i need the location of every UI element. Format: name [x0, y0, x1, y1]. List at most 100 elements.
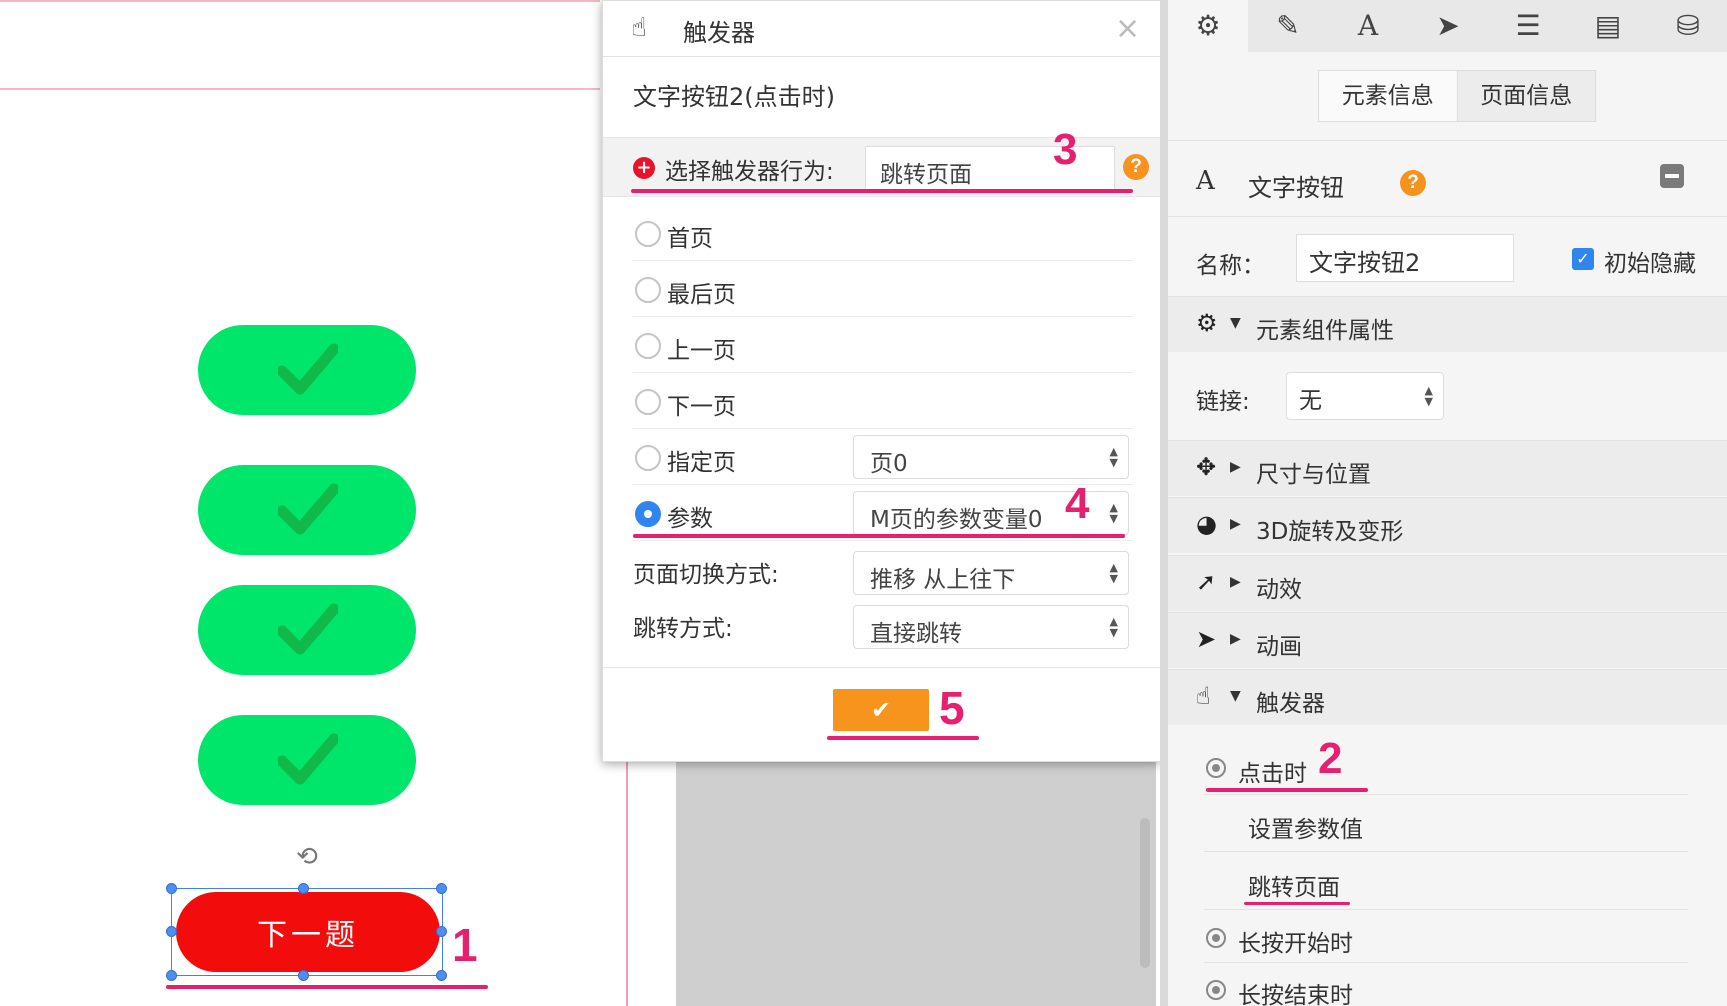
guide-line-vertical	[626, 760, 628, 1006]
rotate-handle-icon[interactable]: ⟲	[292, 842, 322, 872]
option-last-page[interactable]: 最后页	[633, 261, 1133, 317]
link-select[interactable]: 无 ▲ ▼	[1286, 372, 1444, 420]
dialog-header: ☝ 触发器 ×	[603, 1, 1160, 57]
behavior-select[interactable]: 跳转页面	[865, 146, 1115, 190]
close-icon[interactable]: ×	[1115, 11, 1140, 46]
caret-down-icon: ▼	[1230, 688, 1241, 704]
trigger-long-press-start[interactable]: 长按开始时	[1238, 924, 1353, 958]
action-set-parameter[interactable]: 设置参数值	[1248, 810, 1363, 844]
section-effects[interactable]: ➚ ▶ 动效	[1168, 555, 1727, 611]
section-size-position[interactable]: ✥ ▶ 尺寸与位置	[1168, 440, 1727, 496]
resize-handle[interactable]	[298, 883, 309, 894]
guide-line-horizontal	[0, 88, 600, 90]
help-icon[interactable]: ?	[1400, 170, 1426, 196]
annotation-underline	[166, 985, 488, 989]
divider	[1168, 216, 1727, 217]
send-icon: ➤	[1196, 625, 1217, 653]
database-icon[interactable]: ⛁	[1648, 0, 1727, 52]
check-icon	[278, 733, 338, 785]
action-jump-page[interactable]: 跳转页面	[1248, 868, 1340, 902]
divider	[1204, 909, 1688, 910]
jump-mode-select-value: 直接跳转	[870, 621, 962, 647]
rocket-icon: ➚	[1196, 568, 1217, 596]
list-icon[interactable]: ☰	[1488, 0, 1568, 52]
gear-icon[interactable]: ⚙	[1168, 0, 1248, 52]
option-previous-page[interactable]: 上一页	[633, 317, 1133, 373]
editor-canvas: ⟲ 下一题 1	[0, 0, 676, 1006]
resize-handle[interactable]	[166, 926, 177, 937]
option-label: 上一页	[667, 338, 736, 364]
transition-select-value: 推移 从上往下	[870, 567, 1016, 593]
updown-arrows-icon: ▲ ▼	[1109, 501, 1118, 525]
help-icon[interactable]: ?	[1123, 154, 1149, 180]
name-label: 名称：	[1196, 253, 1265, 279]
gear-icon: ⚙	[1196, 309, 1218, 337]
radio-button[interactable]	[635, 389, 661, 415]
section-label: 动效	[1256, 577, 1302, 603]
annotation-underline	[633, 534, 1125, 538]
annotation-underline	[631, 189, 1133, 193]
tab-page-info[interactable]: 页面信息	[1456, 71, 1595, 121]
trigger-event-icon	[1206, 928, 1226, 948]
trigger-on-click[interactable]: 点击时	[1238, 754, 1307, 788]
radio-button[interactable]	[635, 277, 661, 303]
text-type-icon: A	[1196, 166, 1215, 196]
canvas-backdrop	[676, 758, 1156, 1006]
guide-line-top	[0, 0, 600, 2]
option-next-page[interactable]: 下一页	[633, 373, 1133, 429]
page-select[interactable]: 页0 ▲ ▼	[853, 435, 1129, 479]
radio-button[interactable]	[635, 221, 661, 247]
resize-handle[interactable]	[166, 883, 177, 894]
jump-mode-label: 跳转方式:	[633, 616, 733, 642]
radio-button-selected[interactable]	[635, 501, 661, 527]
check-icon	[278, 483, 338, 535]
caret-right-icon: ▶	[1230, 631, 1241, 647]
jump-mode-select[interactable]: 直接跳转 ▲ ▼	[853, 605, 1129, 649]
link-label: 链接:	[1196, 389, 1250, 415]
globe-icon: ◕	[1196, 510, 1217, 538]
caret-right-icon: ▶	[1230, 574, 1241, 590]
updown-arrows-icon: ▲ ▼	[1109, 561, 1118, 585]
section-label: 3D旋转及变形	[1256, 519, 1404, 545]
annotation-underline	[1244, 902, 1350, 905]
dialog-title: 触发器	[683, 19, 755, 47]
section-component-properties[interactable]: ⚙ ▼ 元素组件属性	[1168, 296, 1727, 352]
document-icon[interactable]: ▤	[1568, 0, 1648, 52]
correct-answer-pill[interactable]	[198, 715, 416, 805]
section-trigger[interactable]: ☝ ▼ 触发器	[1168, 669, 1727, 725]
step-marker-5: 5	[939, 682, 965, 734]
collapse-icon[interactable]	[1660, 164, 1684, 188]
section-animation[interactable]: ➤ ▶ 动画	[1168, 612, 1727, 668]
initial-hidden-label: 初始隐藏	[1604, 251, 1696, 277]
correct-answer-pill[interactable]	[198, 585, 416, 675]
resize-handle[interactable]	[166, 970, 177, 981]
divider	[1204, 794, 1688, 795]
name-input[interactable]: 文字按钮2	[1296, 234, 1514, 282]
tab-element-info[interactable]: 元素信息	[1319, 71, 1457, 121]
trigger-long-press-end[interactable]: 长按结束时	[1238, 976, 1353, 1006]
correct-answer-pill[interactable]	[198, 325, 416, 415]
resize-handle[interactable]	[436, 926, 447, 937]
option-first-page[interactable]: 首页	[633, 205, 1133, 261]
option-specific-page[interactable]: 指定页 页0 ▲ ▼	[633, 429, 1133, 485]
text-icon[interactable]: A	[1328, 0, 1408, 52]
divider	[1168, 140, 1727, 141]
radio-button[interactable]	[635, 445, 661, 471]
transition-select[interactable]: 推移 从上往下 ▲ ▼	[853, 551, 1129, 595]
pencil-icon[interactable]: ✎	[1248, 0, 1328, 52]
scrollbar[interactable]	[1140, 818, 1150, 968]
initial-hidden-checkbox[interactable]: ✓	[1572, 248, 1594, 270]
trigger-event-icon	[1206, 980, 1226, 1000]
resize-handle[interactable]	[298, 970, 309, 981]
resize-handle[interactable]	[436, 883, 447, 894]
section-3d-rotate[interactable]: ◕ ▶ 3D旋转及变形	[1168, 497, 1727, 553]
send-icon[interactable]: ➤	[1408, 0, 1488, 52]
section-label: 尺寸与位置	[1256, 462, 1371, 488]
option-parameter[interactable]: 参数 M页的参数变量0 ▲ ▼	[633, 485, 1133, 541]
resize-handle[interactable]	[436, 970, 447, 981]
confirm-button[interactable]: ✔	[833, 689, 929, 731]
correct-answer-pill[interactable]	[198, 465, 416, 555]
radio-button[interactable]	[635, 333, 661, 359]
trigger-dialog: ☝ 触发器 × 文字按钮2(点击时) + 选择触发器行为: 跳转页面 ? 3 首…	[602, 0, 1161, 762]
divider	[1204, 851, 1688, 852]
